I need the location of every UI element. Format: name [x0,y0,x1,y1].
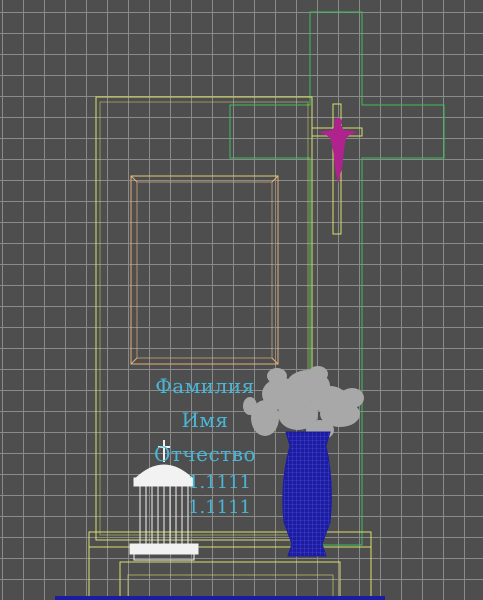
death-date-text: 1.1111 [188,497,251,518]
name-text: Имя [181,408,229,432]
vase-icon [282,431,332,557]
photo-frame [130,175,279,365]
birth-date-text: 1.1111 [188,472,251,493]
ground-slab [55,596,385,600]
surname-text: Фамилия [155,374,255,398]
patronymic-text: Отчество [153,442,257,466]
monument-base [88,531,372,600]
crucifix-icon [311,103,363,235]
3d-viewport[interactable]: Фамилия Имя Отчество 1.1111 1.1111 [0,0,483,600]
